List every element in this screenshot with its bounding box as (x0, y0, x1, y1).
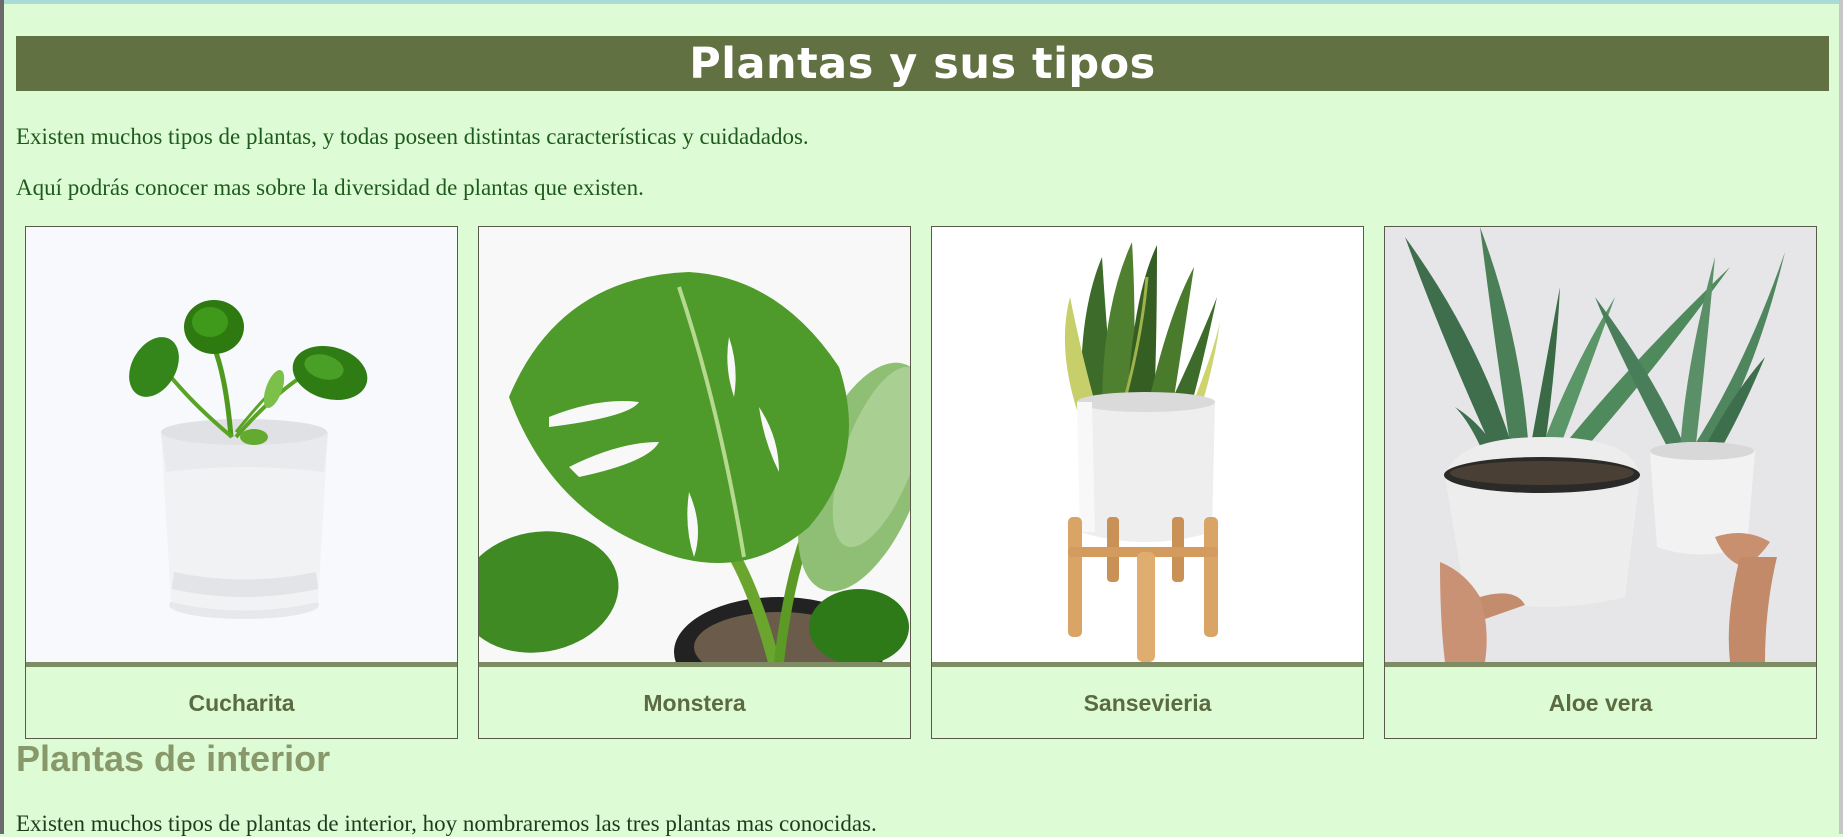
card-label-sansevieria: Sansevieria (1083, 689, 1212, 716)
card-cucharita[interactable]: Cucharita (25, 226, 458, 739)
window-scrollbar[interactable] (1839, 0, 1843, 834)
card-label-cucharita: Cucharita (188, 689, 295, 716)
page-title: Plantas y sus tipos (689, 38, 1156, 89)
plant-cards: Cucharita Monstera Sansevieria Aloe vera (25, 226, 1821, 741)
card-label-monstera: Monstera (643, 689, 746, 716)
section-paragraph: Existen muchos tipos de plantas de inter… (16, 811, 877, 836)
card-label-aloe-vera: Aloe vera (1548, 689, 1653, 716)
monstera-photo (479, 227, 910, 662)
sansevieria-photo (932, 227, 1363, 662)
section-title-interior: Plantas de interior (16, 738, 331, 779)
card-sansevieria[interactable]: Sansevieria (931, 226, 1364, 739)
aloe-vera-photo (1385, 227, 1816, 662)
page-header: Plantas y sus tipos (16, 36, 1829, 91)
card-monstera[interactable]: Monstera (478, 226, 911, 739)
intro-paragraph-2: Aquí podrás conocer mas sobre la diversi… (16, 175, 644, 200)
cucharita-photo (26, 227, 457, 662)
card-aloe-vera[interactable]: Aloe vera (1384, 226, 1817, 739)
window-left-edge (0, 0, 4, 834)
browser-top-strip (0, 0, 1843, 4)
intro-paragraph-1: Existen muchos tipos de plantas, y todas… (16, 124, 809, 149)
